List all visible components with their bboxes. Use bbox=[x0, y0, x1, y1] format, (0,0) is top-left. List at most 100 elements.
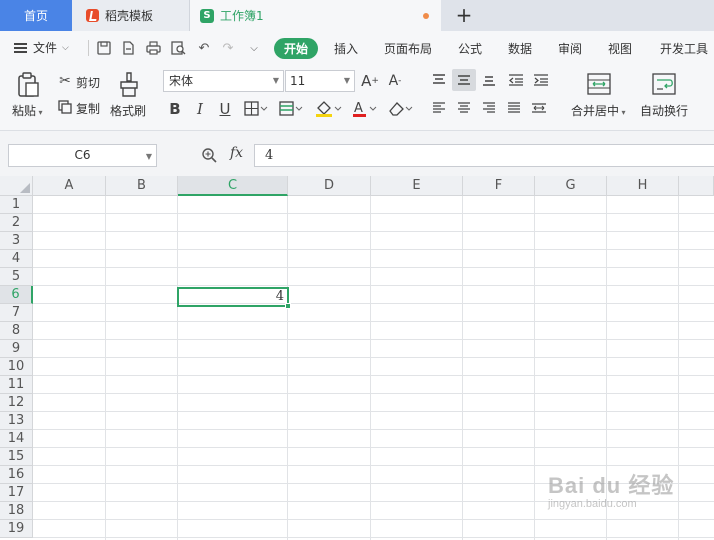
format-painter-button[interactable]: 格式刷 bbox=[110, 102, 146, 119]
menu-tab-insert[interactable]: 插入 bbox=[334, 40, 358, 57]
menu-tab-developer[interactable]: 开发工具 bbox=[660, 40, 708, 57]
chevron-down-icon: ⌵ bbox=[62, 42, 69, 53]
column-gridline bbox=[678, 196, 679, 540]
menu-tab-start-label: 开始 bbox=[283, 42, 308, 56]
row-header-15[interactable]: 15 bbox=[0, 448, 33, 466]
print-preview-icon[interactable] bbox=[169, 39, 187, 57]
tab-templates[interactable]: 稻壳模板 bbox=[72, 0, 190, 31]
column-header-d[interactable]: D bbox=[288, 176, 371, 196]
copy-button[interactable]: 复制 bbox=[76, 100, 100, 117]
row-header-3[interactable]: 3 bbox=[0, 232, 33, 250]
format-painter-icon[interactable] bbox=[117, 71, 141, 99]
column-header-a[interactable]: A bbox=[33, 176, 106, 196]
align-center-icon[interactable] bbox=[455, 99, 473, 117]
row-gridline bbox=[33, 375, 714, 376]
print-icon[interactable] bbox=[144, 39, 162, 57]
row-header-7[interactable]: 7 bbox=[0, 304, 33, 322]
clear-format-button[interactable] bbox=[386, 99, 414, 119]
row-header-6[interactable]: 6 bbox=[0, 286, 33, 304]
chevron-down-icon: ▼ bbox=[145, 152, 152, 161]
column-header-h[interactable]: H bbox=[607, 176, 679, 196]
bold-button[interactable]: B bbox=[166, 99, 184, 119]
row-header-9[interactable]: 9 bbox=[0, 340, 33, 358]
row-header-5[interactable]: 5 bbox=[0, 268, 33, 286]
select-all-button[interactable] bbox=[0, 176, 33, 196]
cut-button[interactable]: 剪切 bbox=[76, 74, 100, 91]
row-header-13[interactable]: 13 bbox=[0, 412, 33, 430]
save-icon[interactable] bbox=[95, 39, 113, 57]
wrap-text-button[interactable]: 自动换行 bbox=[640, 102, 688, 119]
menu-tab-view[interactable]: 视图 bbox=[608, 40, 632, 57]
column-header-f[interactable]: F bbox=[463, 176, 535, 196]
svg-text:A: A bbox=[354, 101, 363, 116]
redo-icon[interactable]: ↷ bbox=[219, 39, 237, 57]
row-header-1[interactable]: 1 bbox=[0, 196, 33, 214]
font-size-select[interactable]: 11 ▼ bbox=[285, 70, 355, 92]
name-box[interactable]: C6 ▼ bbox=[8, 144, 157, 167]
italic-button[interactable]: I bbox=[191, 99, 209, 119]
column-header-e[interactable]: E bbox=[371, 176, 463, 196]
row-gridline bbox=[33, 357, 714, 358]
align-middle-icon[interactable] bbox=[452, 69, 476, 91]
column-header-next[interactable] bbox=[679, 176, 714, 196]
wrap-text-icon[interactable] bbox=[650, 71, 678, 97]
new-tab-button[interactable]: + bbox=[452, 3, 476, 27]
active-cell-c6[interactable]: 4 bbox=[177, 287, 289, 307]
menu-tab-data[interactable]: 数据 bbox=[508, 40, 532, 57]
underline-button[interactable]: U bbox=[216, 99, 234, 119]
formula-input[interactable]: 4 bbox=[254, 144, 714, 167]
paste-label: 粘贴 bbox=[12, 104, 37, 118]
row-gridline bbox=[33, 267, 714, 268]
merge-center-button[interactable]: 合并居中 ▾ bbox=[571, 102, 626, 119]
borders-button[interactable] bbox=[243, 99, 269, 119]
decrease-font-size-button[interactable]: A- bbox=[384, 70, 406, 92]
font-name-select[interactable]: 宋体 ▼ bbox=[163, 70, 284, 92]
fx-icon[interactable]: fx bbox=[230, 145, 243, 161]
tab-workbook[interactable]: S 工作簿1 bbox=[190, 0, 441, 31]
column-header-c[interactable]: C bbox=[178, 176, 288, 196]
row-header-19[interactable]: 19 bbox=[0, 520, 33, 538]
docer-logo-icon bbox=[86, 9, 99, 22]
undo-icon[interactable]: ↶ bbox=[195, 39, 213, 57]
row-header-10[interactable]: 10 bbox=[0, 358, 33, 376]
fill-handle[interactable] bbox=[285, 303, 291, 309]
row-header-8[interactable]: 8 bbox=[0, 322, 33, 340]
row-header-12[interactable]: 12 bbox=[0, 394, 33, 412]
menu-tab-start[interactable]: 开始 bbox=[274, 38, 318, 59]
menu-tab-formulas[interactable]: 公式 bbox=[458, 40, 482, 57]
fill-color-button[interactable] bbox=[313, 99, 343, 119]
merge-center-label: 合并居中 bbox=[571, 104, 620, 118]
align-right-icon[interactable] bbox=[480, 99, 498, 117]
paste-button[interactable]: 粘贴 ▾ bbox=[12, 102, 43, 119]
row-header-11[interactable]: 11 bbox=[0, 376, 33, 394]
tab-bar: 首页 稻壳模板 S 工作簿1 + bbox=[0, 0, 714, 31]
decrease-indent-icon[interactable] bbox=[506, 71, 526, 89]
row-header-14[interactable]: 14 bbox=[0, 430, 33, 448]
row-header-18[interactable]: 18 bbox=[0, 502, 33, 520]
font-color-button[interactable]: A bbox=[350, 99, 378, 119]
file-menu[interactable]: 文件 ⌵ bbox=[14, 39, 69, 56]
justify-icon[interactable] bbox=[505, 99, 523, 117]
align-top-icon[interactable] bbox=[430, 71, 448, 89]
column-header-g[interactable]: G bbox=[535, 176, 607, 196]
customize-toolbar-icon[interactable]: ⌵ bbox=[245, 39, 263, 57]
row-header-16[interactable]: 16 bbox=[0, 466, 33, 484]
merge-center-icon[interactable] bbox=[585, 71, 613, 97]
column-header-b[interactable]: B bbox=[106, 176, 178, 196]
tab-home[interactable]: 首页 bbox=[0, 0, 72, 31]
row-header-4[interactable]: 4 bbox=[0, 250, 33, 268]
distributed-align-icon[interactable] bbox=[529, 99, 549, 117]
spreadsheet-icon: S bbox=[200, 8, 214, 23]
increase-indent-icon[interactable] bbox=[531, 71, 551, 89]
align-left-icon[interactable] bbox=[430, 99, 448, 117]
cell-style-button[interactable] bbox=[278, 99, 304, 119]
menu-tab-page-layout[interactable]: 页面布局 bbox=[384, 40, 432, 57]
increase-font-size-button[interactable]: A + bbox=[359, 70, 381, 92]
paste-icon[interactable] bbox=[15, 70, 43, 100]
row-header-17[interactable]: 17 bbox=[0, 484, 33, 502]
menu-tab-review[interactable]: 审阅 bbox=[558, 40, 582, 57]
row-header-2[interactable]: 2 bbox=[0, 214, 33, 232]
align-bottom-icon[interactable] bbox=[480, 71, 498, 89]
export-icon[interactable] bbox=[119, 39, 137, 57]
zoom-icon[interactable] bbox=[201, 147, 217, 163]
